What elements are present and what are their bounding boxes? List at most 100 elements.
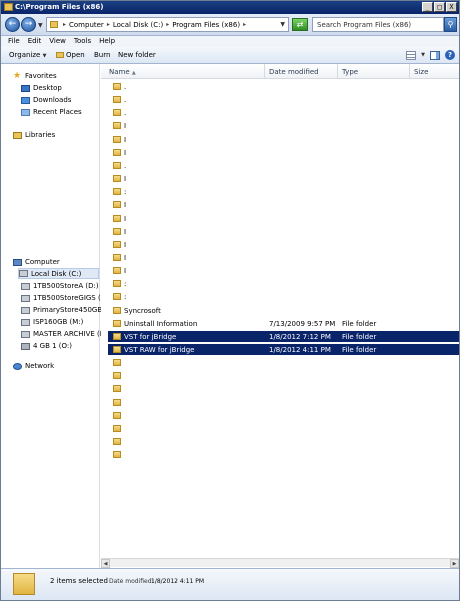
address-bar[interactable]: ▸ Computer ▸ Local Disk (C:) ▸ Program F… [46, 17, 289, 32]
nav-favorites[interactable]: ★ Favorites [13, 71, 57, 81]
column-name[interactable]: Name ▲ [109, 68, 136, 76]
file-row[interactable]: I [108, 199, 268, 210]
menu-file[interactable]: File [4, 36, 24, 47]
file-row[interactable]: . [108, 107, 268, 118]
file-row[interactable]: VST for jBridge 1/8/2012 7:12 PM File fold… [108, 331, 459, 342]
burn-button[interactable]: Burn [94, 51, 110, 59]
file-row[interactable]: I [108, 173, 268, 184]
search-input[interactable]: Search Program Files (x86) [312, 17, 444, 32]
column-divider[interactable] [409, 64, 410, 79]
folder-icon [113, 412, 121, 419]
chevron-down-icon[interactable]: ▼ [421, 52, 425, 58]
horizontal-scrollbar[interactable]: ◀ ▶ [101, 558, 459, 568]
column-date-modified[interactable]: Date modified [269, 68, 319, 76]
folder-icon [113, 241, 121, 248]
refresh-button[interactable]: ⇄ [292, 18, 308, 31]
change-view-icon[interactable] [406, 50, 417, 60]
file-row[interactable]: I [108, 239, 268, 250]
file-type: File folder [342, 333, 377, 341]
file-row[interactable]: I [108, 265, 268, 276]
column-divider[interactable] [337, 64, 338, 79]
nav-drive-o[interactable]: 4 GB 1 (O:) [21, 341, 72, 351]
folder-icon [113, 425, 121, 432]
preview-pane-icon[interactable] [430, 50, 440, 60]
file-date: 1/8/2012 4:11 PM [269, 346, 331, 354]
file-row[interactable]: : [108, 291, 268, 302]
nav-drive-m[interactable]: ISP160GB (M:) [21, 317, 83, 327]
column-type[interactable]: Type [342, 68, 358, 76]
nav-drive-d[interactable]: 1TB500StoreA (D:) [21, 281, 99, 291]
close-button[interactable]: X [446, 2, 457, 12]
file-row[interactable]: : [108, 186, 268, 197]
file-row[interactable]: I [108, 120, 268, 131]
file-row[interactable] [108, 410, 268, 421]
nav-drive-n[interactable]: MASTER ARCHIVE (N: [21, 329, 107, 339]
details-pane: 2 items selected Date modified: 1/8/2012… [1, 568, 459, 600]
file-row[interactable]: . [108, 94, 268, 105]
nav-drive-c[interactable]: Local Disk (C:) [18, 268, 99, 279]
new-folder-button[interactable]: New folder [118, 51, 156, 59]
file-row[interactable] [108, 357, 268, 368]
file-row[interactable]: VST RAW for jBridge 1/8/2012 4:11 PM File … [108, 344, 459, 355]
nav-computer[interactable]: Computer [13, 257, 60, 267]
address-history-dropdown[interactable]: ▼ [280, 21, 285, 28]
breadcrumb-chevron-icon[interactable]: ▸ [166, 21, 169, 29]
forward-button[interactable]: → [21, 17, 36, 32]
menu-tools[interactable]: Tools [70, 36, 95, 47]
chevron-down-icon: ▼ [42, 53, 47, 59]
file-row[interactable]: . [108, 81, 268, 92]
file-row[interactable]: : [108, 278, 268, 289]
folder-icon [4, 3, 13, 11]
file-row[interactable] [108, 423, 268, 434]
breadcrumb-chevron-icon[interactable]: ▸ [107, 21, 110, 29]
scroll-left-icon[interactable]: ◀ [101, 559, 110, 568]
file-row[interactable]: . [108, 160, 268, 171]
file-row[interactable] [108, 370, 268, 381]
scroll-right-icon[interactable]: ▶ [450, 559, 459, 568]
file-row[interactable]: I [108, 226, 268, 237]
breadcrumb-program-files[interactable]: Program Files (x86) [172, 21, 240, 29]
date-modified-value: 1/8/2012 4:11 PM [151, 578, 205, 585]
file-row[interactable]: I [108, 213, 268, 224]
breadcrumb-chevron-icon[interactable]: ▸ [243, 21, 246, 29]
file-row[interactable]: I [108, 252, 268, 263]
help-icon[interactable]: ? [445, 50, 455, 60]
nav-desktop[interactable]: Desktop [21, 83, 62, 93]
file-row[interactable] [108, 436, 268, 447]
menu-view[interactable]: View [45, 36, 70, 47]
file-name: : [124, 188, 127, 196]
menu-help[interactable]: Help [95, 36, 119, 47]
hard-disk-icon [19, 270, 28, 277]
window-controls: _ □ X [422, 2, 457, 12]
breadcrumb-local-disk[interactable]: Local Disk (C:) [113, 21, 163, 29]
file-row[interactable] [108, 449, 268, 460]
back-button[interactable]: ← [5, 17, 20, 32]
nav-libraries[interactable]: Libraries [13, 130, 55, 140]
nav-downloads[interactable]: Downloads [21, 95, 71, 105]
nav-drive-f[interactable]: PrimaryStore450GB (F [21, 305, 111, 315]
menu-edit[interactable]: Edit [24, 36, 46, 47]
nav-network[interactable]: Network [13, 361, 54, 371]
nav-drive-e[interactable]: 1TB500StoreGIGS (E:) [21, 293, 110, 303]
refresh-icon: ⇄ [296, 20, 304, 29]
organize-button[interactable]: Organize ▼ [9, 51, 46, 59]
column-divider[interactable] [264, 64, 265, 79]
open-button[interactable]: Open [56, 51, 85, 59]
file-row[interactable]: Uninstall Information 7/13/2009 9:57 PM Fi… [108, 318, 376, 329]
recent-pages-dropdown[interactable]: ▼ [38, 22, 43, 29]
search-button[interactable]: ⚲ [444, 17, 457, 32]
title-bar[interactable]: C:\Program Files (x86) _ □ X [1, 1, 459, 14]
file-row[interactable]: Syncrosoft [108, 305, 268, 316]
date-modified-label: Date modified: [109, 578, 154, 585]
maximize-button[interactable]: □ [434, 2, 445, 12]
file-name: . [124, 83, 127, 91]
file-row[interactable]: I [108, 147, 268, 158]
file-row[interactable] [108, 383, 268, 394]
nav-recent-places[interactable]: Recent Places [21, 107, 82, 117]
breadcrumb-computer[interactable]: Computer [69, 21, 104, 29]
file-row[interactable]: I [108, 134, 268, 145]
column-size[interactable]: Size [414, 68, 428, 76]
minimize-button[interactable]: _ [422, 2, 433, 12]
breadcrumb-chevron-icon[interactable]: ▸ [63, 21, 66, 29]
file-row[interactable] [108, 397, 268, 408]
